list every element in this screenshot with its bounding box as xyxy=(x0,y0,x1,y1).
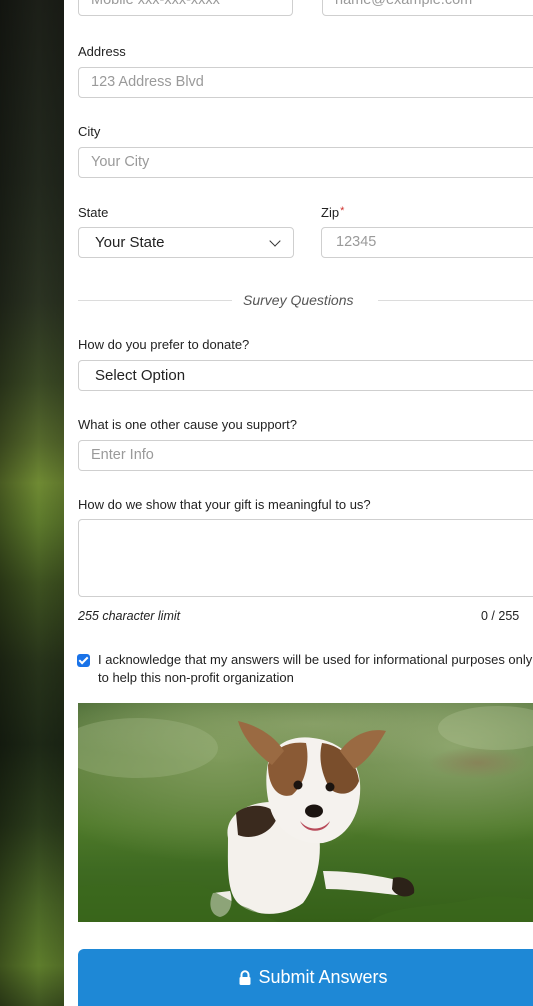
address-field[interactable]: 123 Address Blvd xyxy=(78,67,533,98)
state-select-value: Your State xyxy=(95,234,165,251)
state-label: State xyxy=(78,205,109,220)
divider-left xyxy=(78,300,232,301)
email-field[interactable]: name@example.com xyxy=(322,0,533,16)
city-label: City xyxy=(78,124,101,139)
donate-preference-select[interactable]: Select Option xyxy=(78,360,533,391)
divider-right xyxy=(378,300,533,301)
zip-field[interactable]: 12345 xyxy=(321,227,533,258)
state-select[interactable]: Your State xyxy=(78,227,294,258)
submit-answers-button[interactable]: Submit Answers xyxy=(78,949,533,1006)
city-field[interactable]: Your City xyxy=(78,147,533,178)
puppy-illustration xyxy=(78,703,533,922)
address-label: Address xyxy=(78,44,126,59)
donation-survey-form: Mobile xxx-xxx-xxxx name@example.com Add… xyxy=(64,0,533,1006)
puppy-photo xyxy=(78,703,533,922)
gift-meaning-textarea[interactable] xyxy=(78,519,533,597)
lock-icon xyxy=(238,969,252,986)
character-limit-hint: 255 character limit xyxy=(78,609,181,623)
acknowledge-text: I acknowledge that my answers will be us… xyxy=(98,652,533,685)
acknowledge-checkbox[interactable] xyxy=(77,654,90,667)
gift-meaning-label: How do we show that your gift is meaning… xyxy=(78,497,371,512)
background-grass-strip xyxy=(0,0,64,1006)
character-counter: 0 / 255 xyxy=(481,609,520,623)
survey-heading: Survey Questions xyxy=(243,292,354,308)
donate-preference-value: Select Option xyxy=(95,367,186,384)
donate-preference-label: How do you prefer to donate? xyxy=(78,337,250,352)
phone-field[interactable]: Mobile xxx-xxx-xxxx xyxy=(78,0,293,16)
other-cause-field[interactable]: Enter Info xyxy=(78,440,533,471)
zip-label: Zip* xyxy=(321,205,345,220)
chevron-down-icon xyxy=(269,235,281,247)
submit-answers-label: Submit Answers xyxy=(258,967,388,987)
required-mark: * xyxy=(340,205,345,217)
other-cause-label: What is one other cause you support? xyxy=(78,417,297,432)
